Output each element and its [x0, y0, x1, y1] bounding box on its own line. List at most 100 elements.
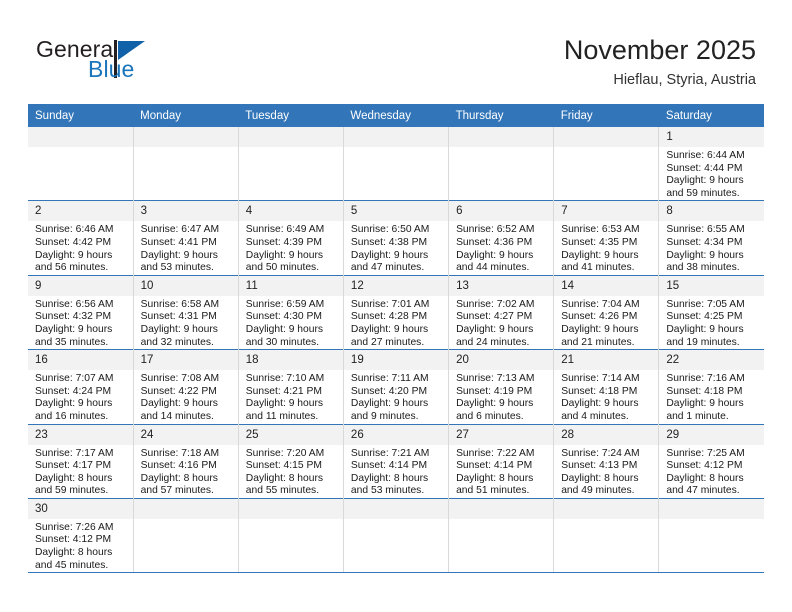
calendar-day-cell[interactable]: 17 Sunrise: 7:08 AM Sunset: 4:22 PM Dayligh…: [132, 349, 239, 424]
calendar-cell-empty: [342, 127, 449, 201]
daylight-duration-line1: Daylight: 9 hours: [140, 249, 218, 261]
day-sun-info: Sunrise: 7:08 AM Sunset: 4:22 PM Daylight:…: [134, 370, 238, 423]
daylight-duration-line2: and 1 minute.: [666, 410, 729, 422]
daylight-duration-line2: and 21 minutes.: [561, 336, 635, 348]
day-number: 17: [133, 350, 238, 371]
calendar-cell-empty: [28, 127, 134, 201]
sunrise-time: Sunrise: 7:18 AM: [140, 447, 220, 459]
daylight-duration-line2: and 32 minutes.: [140, 336, 214, 348]
calendar-day-cell[interactable]: 8 Sunrise: 6:55 AM Sunset: 4:34 PM Daylight…: [658, 200, 764, 276]
sunset-time: Sunset: 4:15 PM: [245, 460, 322, 472]
calendar-day-cell[interactable]: 20 Sunrise: 7:13 AM Sunset: 4:19 PM Dayligh…: [448, 349, 554, 424]
calendar-day-cell[interactable]: 29 Sunrise: 7:25 AM Sunset: 4:12 PM Dayligh…: [658, 423, 764, 499]
daylight-duration-line2: and 51 minutes.: [456, 485, 530, 497]
day-number: [554, 127, 659, 147]
daylight-duration-line2: and 45 minutes.: [35, 559, 109, 571]
sunset-time: Sunset: 4:36 PM: [456, 236, 533, 248]
sunrise-time: Sunrise: 7:10 AM: [245, 373, 325, 385]
calendar-cell-empty: [553, 497, 659, 574]
daylight-duration-line1: Daylight: 8 hours: [140, 472, 218, 484]
general-blue-logo[interactable]: General Blue: [36, 38, 226, 92]
day-sun-info: Sunrise: 7:04 AM Sunset: 4:26 PM Daylight:…: [554, 296, 658, 349]
calendar-day-cell[interactable]: 19 Sunrise: 7:11 AM Sunset: 4:20 PM Dayligh…: [342, 349, 449, 424]
calendar-day-cell[interactable]: 26 Sunrise: 7:21 AM Sunset: 4:14 PM Dayligh…: [342, 423, 449, 499]
day-number: 11: [238, 275, 343, 296]
calendar-day-cell[interactable]: 11 Sunrise: 6:59 AM Sunset: 4:30 PM Dayligh…: [237, 274, 344, 350]
calendar-day-cell[interactable]: 16 Sunrise: 7:07 AM Sunset: 4:24 PM Dayligh…: [28, 349, 134, 424]
daylight-duration-line1: Daylight: 9 hours: [140, 398, 218, 410]
sunrise-time: Sunrise: 6:56 AM: [35, 298, 114, 310]
calendar-cell-empty: [658, 497, 764, 574]
daylight-duration-line2: and 9 minutes.: [350, 410, 419, 422]
page-subtitle-location: Hieflau, Styria, Austria: [613, 72, 756, 88]
calendar-day-cell[interactable]: 30 Sunrise: 7:26 AM Sunset: 4:12 PM Dayligh…: [28, 497, 134, 574]
sunset-time: Sunset: 4:24 PM: [35, 385, 112, 397]
daylight-duration-line2: and 56 minutes.: [35, 262, 109, 274]
calendar-day-cell[interactable]: 22 Sunrise: 7:16 AM Sunset: 4:18 PM Dayligh…: [658, 349, 764, 424]
daylight-duration-line1: Daylight: 8 hours: [350, 472, 429, 484]
day-number: 28: [554, 424, 659, 445]
day-number: 2: [28, 201, 133, 222]
calendar-week-row: 9 Sunrise: 6:56 AM Sunset: 4:32 PM Daylight…: [28, 274, 764, 350]
calendar-day-cell[interactable]: 3 Sunrise: 6:47 AM Sunset: 4:41 PM Daylight…: [132, 200, 239, 276]
sunrise-time: Sunrise: 6:53 AM: [561, 224, 640, 236]
day-number: [554, 498, 659, 519]
calendar-day-cell[interactable]: 25 Sunrise: 7:20 AM Sunset: 4:15 PM Dayligh…: [237, 423, 344, 499]
sunrise-time: Sunrise: 7:17 AM: [35, 447, 114, 459]
sunrise-time: Sunrise: 7:14 AM: [561, 373, 640, 385]
calendar-day-cell[interactable]: 2 Sunrise: 6:46 AM Sunset: 4:42 PM Daylight…: [28, 200, 134, 276]
day-sun-info: Sunrise: 7:14 AM Sunset: 4:18 PM Daylight:…: [554, 370, 658, 423]
sunrise-time: Sunrise: 6:55 AM: [666, 224, 745, 236]
day-number: 20: [449, 350, 554, 371]
day-number: 26: [343, 424, 449, 445]
sunset-time: Sunset: 4:31 PM: [140, 311, 217, 323]
daylight-duration-line1: Daylight: 9 hours: [350, 398, 429, 410]
sunrise-time: Sunrise: 6:44 AM: [666, 150, 745, 161]
day-number: 23: [28, 424, 133, 445]
daylight-duration-line2: and 16 minutes.: [35, 410, 109, 422]
day-number: 24: [133, 424, 238, 445]
day-number: 8: [659, 201, 764, 222]
day-sun-info: Sunrise: 7:21 AM Sunset: 4:14 PM Daylight:…: [344, 445, 448, 498]
calendar-day-cell[interactable]: 9 Sunrise: 6:56 AM Sunset: 4:32 PM Daylight…: [28, 274, 134, 350]
calendar-day-cell[interactable]: 21 Sunrise: 7:14 AM Sunset: 4:18 PM Dayligh…: [553, 349, 659, 424]
calendar-day-cell[interactable]: 5 Sunrise: 6:50 AM Sunset: 4:38 PM Daylight…: [342, 200, 449, 276]
calendar-day-cell[interactable]: 15 Sunrise: 7:05 AM Sunset: 4:25 PM Dayligh…: [658, 274, 764, 350]
daylight-duration-line2: and 6 minutes.: [456, 410, 524, 422]
page-header: General Blue November 2025 Hieflau, Styr…: [0, 0, 792, 104]
sunset-time: Sunset: 4:30 PM: [245, 311, 322, 323]
daylight-duration-line1: Daylight: 9 hours: [561, 323, 639, 335]
calendar-day-cell[interactable]: 12 Sunrise: 7:01 AM Sunset: 4:28 PM Dayligh…: [342, 274, 449, 350]
sunrise-time: Sunrise: 7:07 AM: [35, 373, 114, 385]
calendar-day-cell[interactable]: 27 Sunrise: 7:22 AM Sunset: 4:14 PM Dayligh…: [448, 423, 554, 499]
day-sun-info: Sunrise: 6:44 AM Sunset: 4:44 PM Daylight:…: [659, 147, 764, 200]
daylight-duration-line1: Daylight: 9 hours: [245, 398, 324, 410]
day-sun-info: Sunrise: 7:05 AM Sunset: 4:25 PM Daylight:…: [659, 296, 764, 349]
day-number: [133, 127, 238, 147]
calendar-day-cell[interactable]: 1 Sunrise: 6:44 AM Sunset: 4:44 PM Daylight…: [658, 127, 764, 201]
day-sun-info: Sunrise: 6:55 AM Sunset: 4:34 PM Daylight:…: [659, 221, 764, 274]
daylight-duration-line2: and 24 minutes.: [456, 336, 530, 348]
daylight-duration-line1: Daylight: 9 hours: [245, 323, 324, 335]
daylight-duration-line1: Daylight: 8 hours: [35, 547, 113, 559]
daylight-duration-line1: Daylight: 9 hours: [666, 175, 744, 187]
day-number: 5: [343, 201, 449, 222]
calendar-day-cell[interactable]: 23 Sunrise: 7:17 AM Sunset: 4:17 PM Dayligh…: [28, 423, 134, 499]
calendar-day-cell[interactable]: 6 Sunrise: 6:52 AM Sunset: 4:36 PM Daylight…: [448, 200, 554, 276]
calendar-body: 1 Sunrise: 6:44 AM Sunset: 4:44 PM Daylight…: [28, 127, 764, 574]
calendar-day-cell[interactable]: 13 Sunrise: 7:02 AM Sunset: 4:27 PM Dayligh…: [448, 274, 554, 350]
daylight-duration-line2: and 35 minutes.: [35, 336, 109, 348]
daylight-duration-line2: and 47 minutes.: [666, 485, 740, 497]
day-sun-info: Sunrise: 6:56 AM Sunset: 4:32 PM Daylight:…: [28, 296, 133, 349]
calendar-day-cell[interactable]: 4 Sunrise: 6:49 AM Sunset: 4:39 PM Daylight…: [237, 200, 344, 276]
day-number: 29: [659, 424, 764, 445]
calendar-day-cell[interactable]: 10 Sunrise: 6:58 AM Sunset: 4:31 PM Dayligh…: [132, 274, 239, 350]
daylight-duration-line1: Daylight: 8 hours: [561, 472, 639, 484]
calendar-day-cell[interactable]: 14 Sunrise: 7:04 AM Sunset: 4:26 PM Dayligh…: [553, 274, 659, 350]
calendar-day-cell[interactable]: 28 Sunrise: 7:24 AM Sunset: 4:13 PM Dayligh…: [553, 423, 659, 499]
daylight-duration-line1: Daylight: 8 hours: [666, 472, 744, 484]
calendar-day-cell[interactable]: 18 Sunrise: 7:10 AM Sunset: 4:21 PM Dayligh…: [237, 349, 344, 424]
calendar-day-cell[interactable]: 24 Sunrise: 7:18 AM Sunset: 4:16 PM Dayligh…: [132, 423, 239, 499]
day-number: 10: [133, 275, 238, 296]
calendar-day-cell[interactable]: 7 Sunrise: 6:53 AM Sunset: 4:35 PM Daylight…: [553, 200, 659, 276]
